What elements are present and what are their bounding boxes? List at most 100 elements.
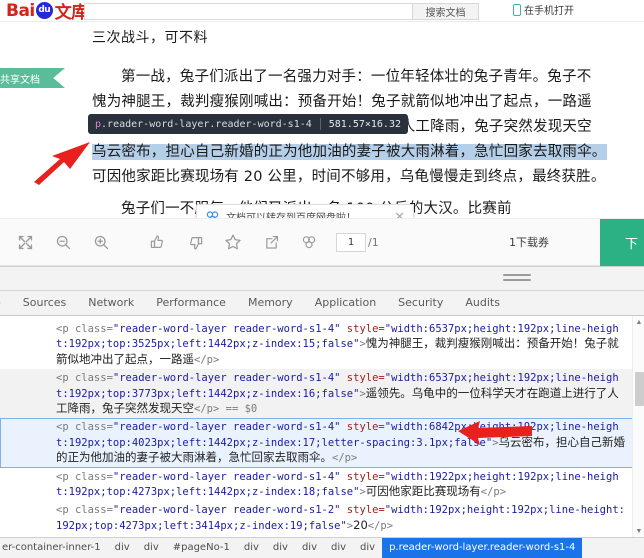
breadcrumb-item-page-no[interactable]: #pageNo-1	[166, 538, 237, 558]
scrollbar-thumb[interactable]	[635, 372, 644, 406]
breadcrumb-item[interactable]: er-container-inner-1	[0, 538, 108, 558]
devtools-panel: e Sources Network Performance Memory App…	[0, 266, 644, 558]
dom-node-text: 20	[353, 517, 368, 532]
dom-node-open: <p class=	[56, 421, 113, 434]
dom-node-open: <p class=	[56, 504, 113, 517]
zoom-in-icon[interactable]	[90, 231, 112, 253]
tab-performance[interactable]: Performance	[145, 291, 237, 315]
shared-document-ribbon: 共享文档	[0, 68, 65, 88]
dom-node-class-attr: "reader-word-layer reader-word-s1-4"	[112, 470, 341, 483]
download-button-label: 下	[624, 237, 638, 252]
cloud-save-icon[interactable]	[298, 231, 320, 253]
dom-tree-viewer[interactable]: <p class="reader-word-layer reader-word-…	[0, 316, 644, 537]
tooltip-divider	[319, 118, 321, 130]
scroll-up-arrow-icon[interactable]: ▲	[633, 316, 644, 328]
dom-node-class-attr: "reader-word-layer reader-word-s1-4"	[112, 372, 341, 385]
dom-node-close: </p>	[194, 353, 220, 366]
breadcrumb-item[interactable]: div	[137, 538, 166, 558]
dom-node-row[interactable]: <p class="reader-word-layer reader-word-…	[0, 535, 644, 537]
document-paragraph-line-highlighted: 乌云密布，担心自己新婚的正为他加油的妻子被大雨淋着，急忙回家去取雨伞。	[92, 140, 638, 165]
netdisk-save-popup: 文档可以转存到百度网盘啦！ ✕	[196, 204, 414, 218]
tab-console[interactable]: e	[0, 291, 12, 315]
breadcrumb-item[interactable]: div	[324, 538, 353, 558]
dom-node-text: 可因他家距比赛现场有	[365, 484, 481, 499]
tab-memory[interactable]: Memory	[237, 291, 304, 315]
open-on-phone-link[interactable]: 在手机打开	[513, 2, 574, 17]
document-title: 三次战斗，可不料	[92, 30, 208, 46]
netdisk-popup-message: 文档可以转存到百度网盘啦！	[226, 212, 356, 219]
breadcrumb-item[interactable]: div	[295, 538, 324, 558]
tab-sources[interactable]: Sources	[12, 291, 78, 315]
download-coupon-label: 1下载券	[509, 236, 549, 249]
tab-security[interactable]: Security	[387, 291, 454, 315]
highlighted-text: 乌云密布，担心自己新婚的正为他加油的妻子被大雨淋着，急忙回家去取雨伞。	[92, 144, 607, 160]
search-button[interactable]: 搜索文档	[412, 3, 479, 20]
star-icon[interactable]	[222, 231, 244, 253]
red-annotation-arrow-document	[34, 142, 90, 185]
fullscreen-icon[interactable]	[14, 231, 36, 253]
dom-node-row[interactable]: <p class="reader-word-layer reader-word-…	[0, 468, 644, 502]
breadcrumb-item-selected[interactable]: p.reader-word-layer.reader-word-s1-4	[382, 538, 583, 558]
thumbs-up-icon[interactable]	[146, 231, 168, 253]
dom-node-close: </p>	[367, 519, 394, 532]
dom-node-open: <p class=	[56, 470, 113, 483]
dom-node-class-attr: "reader-word-layer reader-word-s1-4"	[112, 421, 341, 434]
inspector-class-names: .reader-word-layer.reader-word-s1-4	[101, 118, 312, 130]
breadcrumb-item[interactable]: div	[353, 538, 382, 558]
tab-application[interactable]: Application	[304, 291, 387, 315]
zoom-out-icon[interactable]	[52, 231, 74, 253]
document-paragraph-line: 可因他家距比赛现场有 20 公里，时间不够用，乌龟慢慢走到终点，最终获胜。	[92, 169, 606, 185]
devtools-tab-bar: e Sources Network Performance Memory App…	[0, 291, 644, 316]
page-number-input[interactable]	[336, 232, 366, 252]
dom-node-close: </p>	[194, 403, 220, 416]
document-reader-area[interactable]: 共享文档 三次战斗，可不料 第一战，兔子们派出了一名强力对手：一位年轻体壮的兔子…	[0, 22, 644, 218]
tab-audits[interactable]: Audits	[454, 291, 511, 315]
dom-node-dollar-zero: == $0	[219, 403, 258, 416]
element-inspector-tooltip: p .reader-word-layer.reader-word-s1-4 581…	[88, 114, 408, 134]
scroll-down-arrow-icon[interactable]: ▼	[633, 525, 644, 537]
share-icon[interactable]	[260, 231, 282, 253]
reader-toolbar: /1 1下载券 下	[0, 218, 644, 266]
dom-node-class-attr: "reader-word-layer reader-word-s1-2"	[112, 504, 341, 517]
thumbs-down-icon[interactable]	[184, 231, 206, 253]
dom-node-style-label: style=	[340, 504, 385, 517]
baidu-netdisk-icon	[206, 210, 219, 218]
breadcrumb-item[interactable]: div	[108, 538, 137, 558]
dom-node-close: </p>	[480, 486, 507, 499]
devtools-drag-handle-bar[interactable]	[0, 267, 644, 291]
baidu-wenku-logo[interactable]: Bai du 文库	[6, 0, 89, 24]
dom-node-class-attr: "reader-word-layer reader-word-s1-4"	[112, 323, 341, 335]
dom-node-style-label: style=	[340, 323, 385, 335]
breadcrumb-item[interactable]: div	[237, 538, 266, 558]
tab-network[interactable]: Network	[77, 291, 145, 315]
logo-du-badge: du	[35, 2, 53, 19]
logo-wenku-text: 文库	[54, 3, 89, 23]
inspector-dimensions: 581.57×16.32	[328, 118, 401, 130]
dom-node-row[interactable]: <p class="reader-word-layer reader-word-…	[0, 501, 644, 535]
dom-node-row[interactable]: <p class="reader-word-layer reader-word-…	[0, 320, 644, 369]
dom-node-row-highlighted[interactable]: <p class="reader-word-layer reader-word-…	[0, 418, 644, 468]
search-input[interactable]	[84, 3, 412, 20]
breadcrumb-item[interactable]: div	[266, 538, 295, 558]
dom-node-row-selected-ancestor[interactable]: <p class="reader-word-layer reader-word-…	[0, 369, 644, 419]
dom-node-style-label: style=	[340, 372, 385, 385]
dom-node-style-label: style=	[340, 470, 385, 483]
close-icon[interactable]: ✕	[394, 210, 405, 219]
dom-node-open: <p class=	[56, 323, 113, 335]
logo-bai-text: Bai	[6, 0, 35, 21]
dom-node-style-label: style=	[340, 421, 385, 434]
page-total-label: /1	[368, 235, 379, 249]
page-navigator: /1	[336, 232, 379, 252]
devtools-scrollbar[interactable]: ▲ ▼	[632, 316, 644, 537]
download-button[interactable]: 下	[600, 219, 644, 266]
dom-node-open: <p class=	[56, 372, 113, 385]
red-annotation-arrow-code	[458, 421, 532, 445]
phone-icon	[513, 3, 521, 16]
shared-document-ribbon-label: 共享文档	[0, 74, 40, 86]
devtools-breadcrumb: er-container-inner-1 div div #pageNo-1 d…	[0, 537, 644, 558]
dom-node-close: </p>	[332, 452, 358, 465]
document-paragraph-line: 第一战，兔子们派出了一名强力对手：一位年轻体壮的兔子青年。兔子不	[121, 69, 592, 85]
drag-grip-icon[interactable]	[503, 274, 531, 284]
screenshot-root: Bai du 文库 搜索文档 在手机打开 共享文档 三次战斗，可不料 第一战，兔子们…	[0, 0, 644, 558]
document-paragraph-line: 愧为神腿王，裁判瘦猴刚喊出：预备开始！兔子就箭似地冲出了起点，一路遥	[92, 94, 592, 110]
